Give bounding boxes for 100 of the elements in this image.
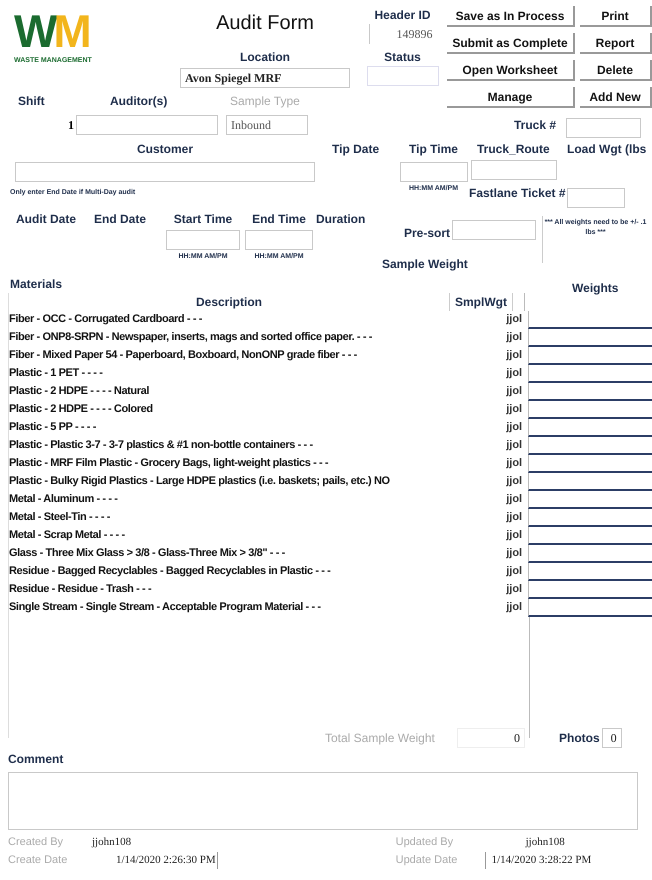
table-cell-text: jjol (506, 600, 524, 616)
table-cell-text: jjol (506, 348, 524, 364)
field-label: Weights (572, 280, 618, 296)
field-label: Updated By (396, 834, 454, 850)
material-description: Fiber - OCC - Corrugated Cardboard - - - (9, 312, 204, 328)
form-button[interactable]: Save as In Process (447, 6, 575, 27)
table-cell-text: jjol (506, 510, 524, 526)
input-field[interactable]: 0 (602, 728, 622, 748)
field-label: Start Time (174, 211, 232, 228)
table-cell-text: jjol (506, 582, 524, 598)
input-field[interactable] (567, 188, 625, 208)
weight-input[interactable] (528, 454, 652, 472)
input-field[interactable] (566, 118, 642, 138)
input-field[interactable] (15, 162, 315, 182)
table-cell-text: jjol (506, 312, 524, 328)
updated-by-value: jjohn108 (526, 834, 565, 850)
material-description: Plastic - 1 PET - - - - (9, 366, 104, 382)
table-cell-text: jjol (506, 366, 524, 382)
update-date-value: 1/14/2020 3:28:22 PM (492, 853, 592, 868)
field-label: Sample Type (230, 93, 300, 110)
field-label: Total Sample Weight (325, 730, 436, 746)
field-label: Shift (18, 93, 46, 110)
material-description: Fiber - Mixed Paper 54 - Paperboard, Boxboard, NonONP grade fiber - - - (9, 348, 358, 364)
table-cell-text: jjol (506, 438, 524, 454)
column-header: Description (194, 294, 263, 310)
weight-input[interactable] (528, 490, 652, 508)
table-cell-text: jjol (506, 456, 524, 472)
material-description: Plastic - 5 PP - - - - (9, 420, 97, 436)
field-label: Update Date (396, 852, 486, 868)
form-button[interactable]: Manage (447, 87, 575, 108)
form-button[interactable]: Report (580, 33, 652, 54)
weight-input[interactable] (528, 436, 652, 454)
weight-input[interactable] (528, 346, 652, 364)
weight-input[interactable] (528, 418, 652, 436)
form-button[interactable]: Delete (580, 60, 652, 81)
table-cell-text: jjol (506, 474, 524, 490)
input-field[interactable] (400, 162, 468, 182)
field-label: Create Date (8, 853, 68, 868)
input-field[interactable]: Avon Spiegel MRF (180, 68, 350, 88)
weight-input[interactable] (528, 544, 652, 562)
material-description: Plastic - Bulky Rigid Plastics - Large HDPE plastics (i.e. baskets; pails, etc.) NO (9, 474, 391, 490)
comment-field[interactable] (8, 772, 638, 830)
material-description: Single Stream - Single Stream - Acceptable Program Material - - - (9, 600, 322, 616)
material-description: Fiber - ONP8-SRPN - Newspaper, inserts, mags and sorted office paper. - - - (9, 330, 374, 346)
field-label: Comment (8, 750, 64, 768)
table-cell-text: jjol (506, 330, 524, 346)
weight-input[interactable] (528, 310, 652, 328)
input-field[interactable] (245, 230, 313, 250)
form-title: Audit Form (216, 11, 314, 36)
field-label: Load Wgt (lbs (567, 141, 646, 158)
material-description: Glass - Three Mix Glass > 3/8 - Glass-Three Mix > 3/8" - - - (9, 546, 286, 562)
input-field[interactable] (166, 230, 240, 250)
field-label: Pre-sort (404, 225, 450, 242)
material-description: Metal - Aluminum - - - - (9, 492, 119, 508)
form-button[interactable]: Submit as Complete (447, 33, 575, 54)
field-label: Location (240, 49, 290, 66)
form-button[interactable]: Add New (580, 87, 652, 108)
material-description: Metal - Steel-Tin - - - - (9, 510, 112, 526)
field-label: Materials (10, 276, 62, 292)
input-field[interactable] (452, 220, 536, 240)
material-description: Residue - Residue - Trash - - - (9, 582, 152, 598)
input-field[interactable] (471, 160, 557, 180)
created-by-value: jjohn108 (92, 834, 132, 850)
field-label: Audit Date (16, 211, 77, 228)
material-description: Plastic - 2 HDPE - - - - Natural (9, 384, 150, 400)
material-description: Plastic - Plastic 3-7 - 3-7 plastics & #1 non-bottle containers - - - (9, 438, 314, 454)
create-date-value: 1/14/2020 2:26:30 PM (116, 852, 218, 868)
field-label: Auditor(s) (110, 93, 168, 110)
shift-value: 1 (68, 117, 74, 134)
weight-input[interactable] (528, 580, 652, 598)
field-label: Header ID (374, 7, 431, 24)
material-description: Plastic - MRF Film Plastic - Grocery Bags, light-weight plastics - - - (9, 456, 330, 472)
table-cell-text: jjol (506, 402, 524, 418)
input-field[interactable]: 0 (457, 728, 525, 748)
table-cell-text: jjol (506, 492, 524, 508)
input-field[interactable] (76, 115, 218, 135)
field-label: Sample Weight (382, 256, 468, 272)
weight-input[interactable] (528, 364, 652, 382)
field-label: Created By (8, 834, 64, 850)
weight-input[interactable] (528, 328, 652, 346)
logo-mark: WM (14, 8, 88, 54)
weight-input[interactable] (528, 598, 652, 616)
field-label: Customer (136, 141, 193, 158)
form-button[interactable]: Print (580, 6, 652, 27)
weight-input[interactable] (528, 526, 652, 544)
field-label: End Time (252, 211, 306, 228)
weight-input[interactable] (528, 382, 652, 400)
weight-input[interactable] (528, 562, 652, 580)
field-label: Status (384, 49, 421, 66)
weight-input[interactable] (528, 472, 652, 490)
column-header: SmplWgt (449, 292, 513, 310)
field-label: Tip Date (332, 141, 380, 158)
field-label: Duration (316, 211, 366, 228)
table-cell-text: jjol (506, 420, 524, 436)
form-button[interactable]: Open Worksheet (447, 60, 575, 81)
weight-input[interactable] (528, 508, 652, 526)
table-cell-text: jjol (506, 546, 524, 562)
weight-input[interactable] (528, 400, 652, 418)
material-description: Plastic - 2 HDPE - - - - Colored (9, 402, 154, 418)
table-cell-text: jjol (506, 528, 524, 544)
